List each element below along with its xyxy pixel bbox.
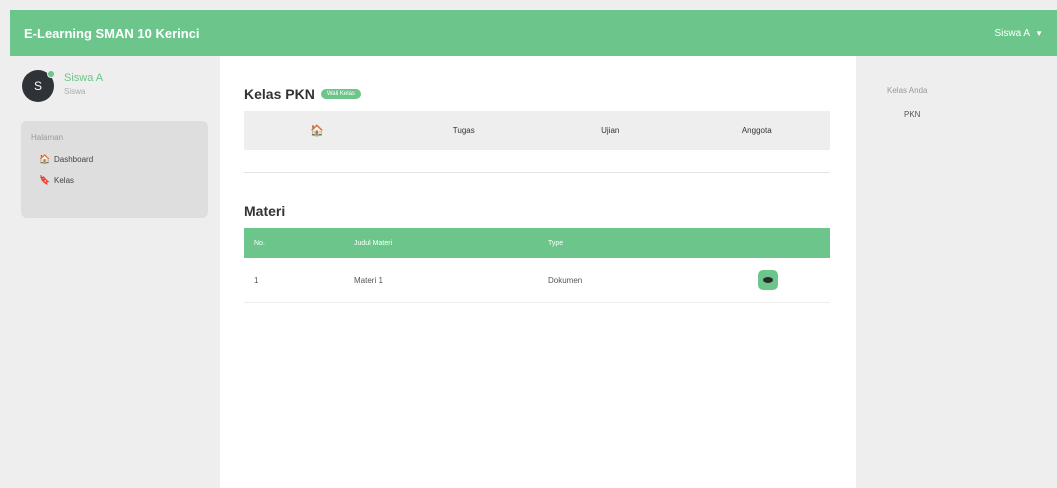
column-header-judul: Judul Materi [354, 239, 393, 247]
tab-ujian[interactable]: Ujian [537, 111, 684, 150]
class-tabs: 🏠 Tugas Ujian Anggota [244, 111, 830, 150]
class-link-pkn[interactable]: PKN [904, 110, 920, 119]
tab-panel [244, 150, 830, 173]
online-status-icon [47, 70, 55, 78]
column-header-type: Type [548, 239, 564, 247]
caret-down-icon: ▼ [1035, 28, 1043, 38]
section-title-materi: Materi [244, 203, 286, 219]
column-header-no: No. [254, 239, 265, 247]
sidebar-item-label: Dashboard [54, 155, 94, 164]
profile-role: Siswa [64, 87, 86, 96]
tab-anggota[interactable]: Anggota [684, 111, 831, 150]
home-icon: 🏠 [310, 125, 325, 137]
table-row: 1 Materi 1 Dokumen [244, 258, 830, 303]
view-materi-button[interactable] [758, 270, 778, 290]
sidebar-item-dashboard[interactable]: 🏠 Dashboard [39, 154, 198, 165]
right-sidebar: Kelas Anda PKN [856, 56, 1057, 488]
user-menu-dropdown[interactable]: Siswa A ▼ [995, 28, 1044, 39]
brand-title[interactable]: E-Learning SMAN 10 Kerinci [24, 26, 200, 41]
eye-icon [763, 277, 773, 283]
tab-tugas[interactable]: Tugas [391, 111, 538, 150]
tab-home[interactable]: 🏠 [244, 111, 391, 150]
cell-no: 1 [254, 275, 259, 285]
cell-judul: Materi 1 [354, 275, 383, 285]
avatar-initial: S [33, 79, 42, 93]
cell-type: Dokumen [548, 275, 583, 285]
right-panel-header: Kelas Anda [887, 86, 928, 95]
sidebar-menu-header: Halaman [31, 133, 64, 142]
home-icon: 🏠 [39, 154, 51, 164]
profile-name: Siswa A [64, 72, 104, 84]
sidebar-item-kelas[interactable]: 🔖 Kelas [39, 175, 198, 186]
cell-action [758, 270, 830, 290]
user-profile: S Siswa A Siswa [22, 70, 103, 102]
left-sidebar: S Siswa A Siswa Halaman 🏠 Dashboard 🔖 Ke… [10, 56, 220, 488]
top-navbar: E-Learning SMAN 10 Kerinci Siswa A ▼ [10, 10, 1057, 56]
sidebar-menu: Halaman 🏠 Dashboard 🔖 Kelas [21, 121, 208, 218]
table-header: No. Judul Materi Type [244, 228, 830, 258]
main-content: Kelas PKN Wali Kelas 🏠 Tugas Ujian Anggo… [220, 56, 856, 488]
avatar: S [22, 70, 55, 102]
class-header: Kelas PKN Wali Kelas [244, 86, 361, 102]
sidebar-item-label: Kelas [54, 176, 75, 185]
page-title: Kelas PKN [244, 86, 315, 102]
role-badge: Wali Kelas [320, 89, 361, 99]
materi-table: No. Judul Materi Type 1 Materi 1 Dokumen [244, 228, 830, 303]
bookmark-icon: 🔖 [39, 175, 51, 185]
user-menu-label: Siswa A [994, 27, 1031, 39]
